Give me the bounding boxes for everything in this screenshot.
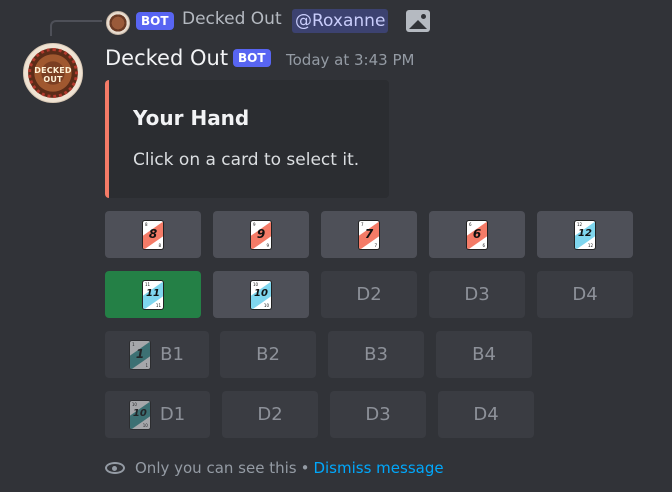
card-button-r2-c3[interactable]: D2 bbox=[321, 271, 417, 318]
card-button-r2-c2[interactable]: 10 10 10 bbox=[213, 271, 309, 318]
embed-description: Click on a card to select it. bbox=[133, 150, 360, 170]
button-label: B2 bbox=[256, 344, 280, 365]
card-button-r2-c5[interactable]: D4 bbox=[537, 271, 633, 318]
button-label: B3 bbox=[364, 344, 388, 365]
button-label: D2 bbox=[257, 404, 283, 425]
reply-author-name[interactable]: Decked Out bbox=[182, 9, 282, 29]
button-label: B1 bbox=[160, 344, 184, 365]
card-button-r3-c2[interactable]: B2 bbox=[220, 331, 316, 378]
dismiss-message-link[interactable]: Dismiss message bbox=[313, 459, 443, 477]
button-label: D3 bbox=[365, 404, 391, 425]
footer-separator: • bbox=[300, 459, 310, 477]
reply-avatar[interactable] bbox=[106, 11, 130, 35]
playing-card-icon: 11 11 11 bbox=[143, 280, 163, 309]
button-label: D3 bbox=[464, 284, 490, 305]
card-value: 10 bbox=[132, 407, 147, 419]
card-button-r4-c3[interactable]: D3 bbox=[330, 391, 426, 438]
card-button-r4-c2[interactable]: D2 bbox=[222, 391, 318, 438]
card-value: 7 bbox=[364, 226, 374, 241]
image-icon[interactable] bbox=[406, 10, 430, 32]
card-value: 9 bbox=[256, 226, 266, 241]
card-button-r4-c4[interactable]: D4 bbox=[438, 391, 534, 438]
card-value: 6 bbox=[472, 226, 482, 241]
message-author-name[interactable]: Decked Out bbox=[105, 46, 228, 70]
button-label: D4 bbox=[572, 284, 598, 305]
card-value: 11 bbox=[146, 287, 160, 299]
visibility-note: Only you can see this bbox=[135, 459, 297, 477]
playing-card-icon: 10 10 10 bbox=[129, 400, 150, 429]
playing-card-icon: 999 bbox=[251, 220, 271, 249]
card-button-r1-c4[interactable]: 666 bbox=[429, 211, 525, 258]
button-label: B4 bbox=[472, 344, 496, 365]
playing-card-icon: 777 bbox=[359, 220, 379, 249]
message-bot-badge: BOT bbox=[233, 49, 271, 67]
avatar-logo-text: DECKED OUT bbox=[34, 66, 72, 84]
eye-icon bbox=[105, 462, 125, 474]
card-button-r3-c3[interactable]: B3 bbox=[328, 331, 424, 378]
ephemeral-footer: Only you can see this • Dismiss message bbox=[105, 459, 444, 477]
card-button-r1-c2[interactable]: 999 bbox=[213, 211, 309, 258]
playing-card-icon: 666 bbox=[467, 220, 487, 249]
playing-card-icon: 111 bbox=[130, 340, 151, 369]
card-value: 1 bbox=[135, 346, 145, 361]
playing-card-icon: 12 12 12 bbox=[575, 220, 595, 249]
button-label: D4 bbox=[473, 404, 499, 425]
button-label: D1 bbox=[159, 404, 186, 425]
reply-bot-badge: BOT bbox=[136, 12, 174, 30]
card-button-r4-c1[interactable]: 10 10 10 D1 bbox=[105, 391, 210, 438]
reply-mention[interactable]: @Roxanne bbox=[292, 9, 389, 33]
card-value: 12 bbox=[578, 227, 592, 239]
card-value: 10 bbox=[254, 287, 268, 299]
card-button-r1-c3[interactable]: 777 bbox=[321, 211, 417, 258]
reply-connector-line bbox=[50, 20, 102, 36]
embed-title: Your Hand bbox=[133, 106, 250, 130]
hand-embed: Your Hand Click on a card to select it. bbox=[105, 80, 389, 198]
card-button-r3-c4[interactable]: B4 bbox=[436, 331, 532, 378]
playing-card-icon: 10 10 10 bbox=[251, 280, 271, 309]
message-timestamp: Today at 3:43 PM bbox=[286, 51, 415, 69]
button-label: D2 bbox=[356, 284, 382, 305]
card-button-r1-c5[interactable]: 12 12 12 bbox=[537, 211, 633, 258]
playing-card-icon: 888 bbox=[143, 220, 163, 249]
card-button-r2-c1[interactable]: 11 11 11 bbox=[105, 271, 201, 318]
card-button-r3-c1[interactable]: 1 1 1 B1 bbox=[105, 331, 209, 378]
card-button-r1-c1[interactable]: 888 bbox=[105, 211, 201, 258]
card-value: 8 bbox=[148, 226, 158, 241]
card-button-r2-c4[interactable]: D3 bbox=[429, 271, 525, 318]
bot-avatar[interactable]: DECKED OUT bbox=[23, 43, 83, 103]
